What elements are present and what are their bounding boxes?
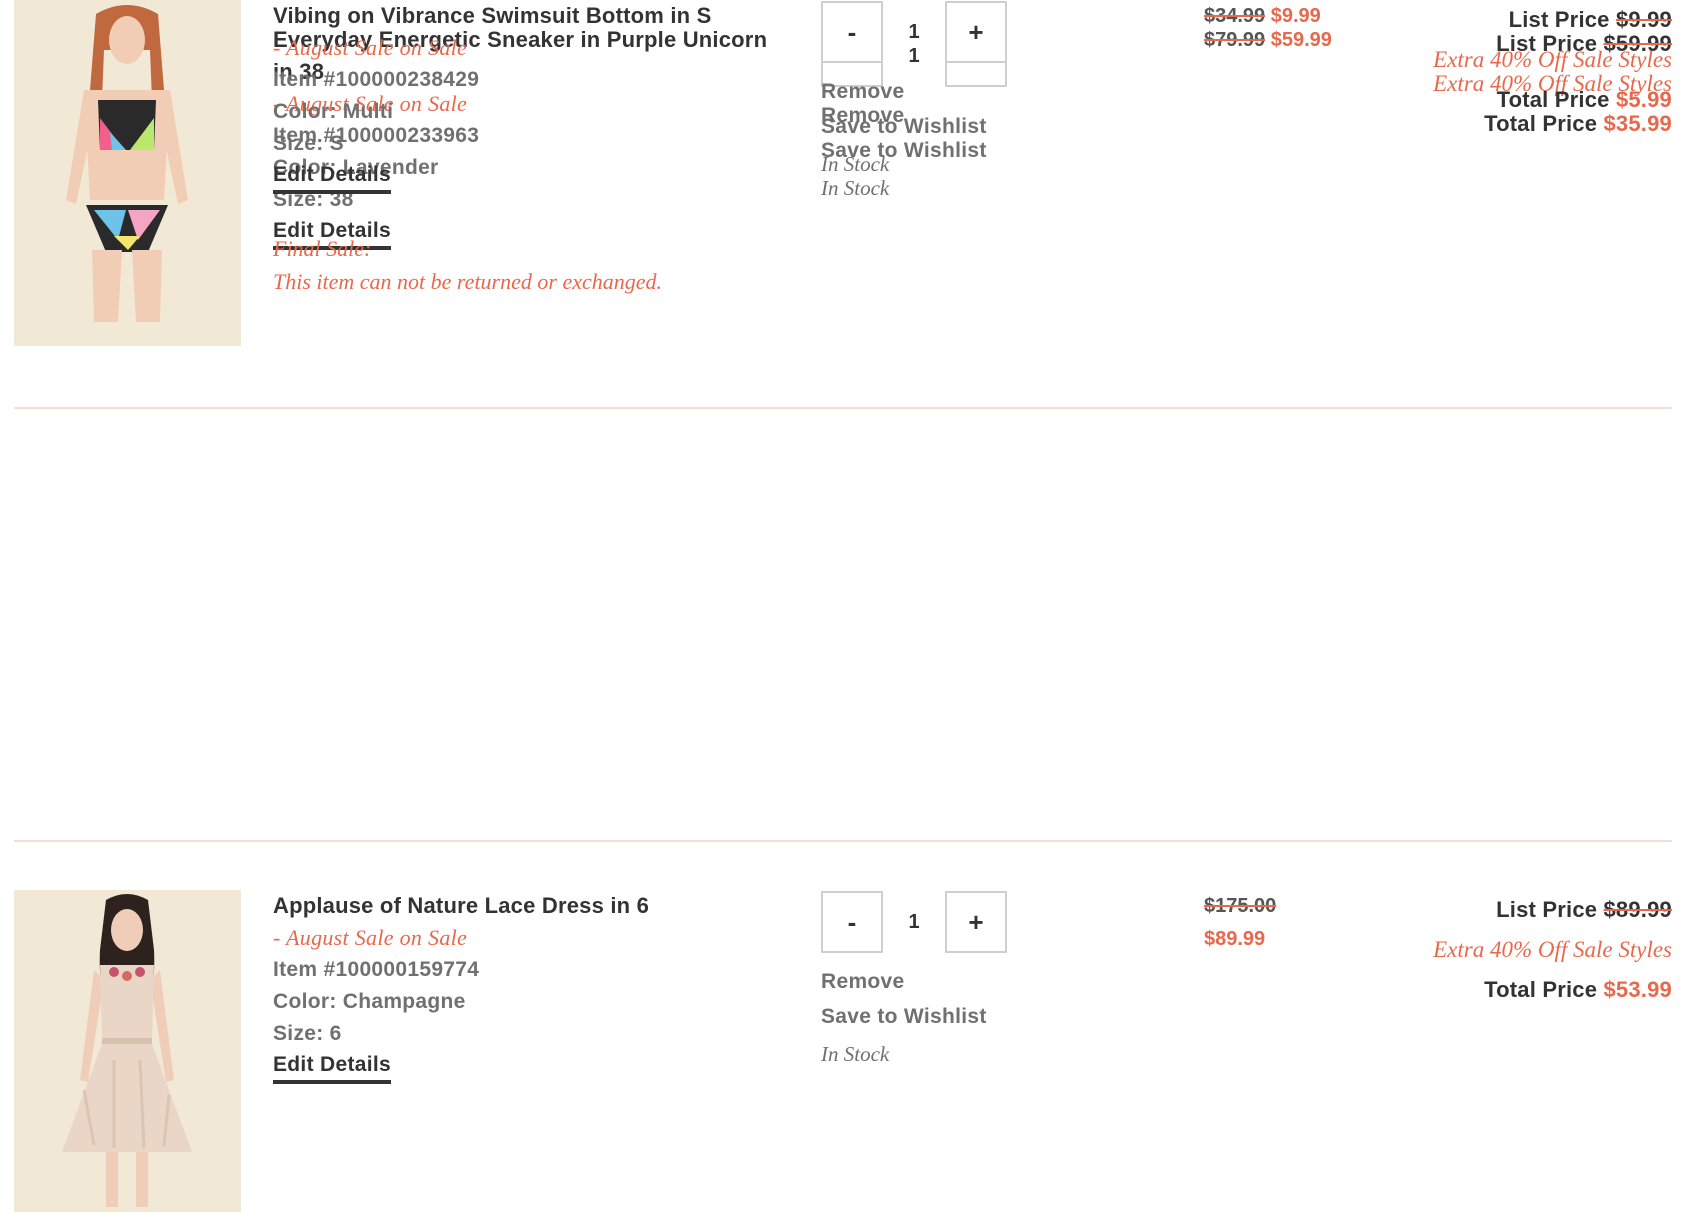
promo-text: Extra 40% Off Sale Styles [1433, 937, 1672, 962]
edit-details-link[interactable]: Edit Details [273, 1052, 391, 1084]
increase-quantity-button[interactable]: + [945, 1, 1007, 63]
product-image-swimsuit[interactable] [14, 0, 241, 322]
list-price-value: $89.99 [1603, 897, 1672, 922]
cart-item: Vibing on Vibrance Swimsuit Bottom in S … [14, 0, 1672, 325]
total-price-label: Total Price [1496, 87, 1610, 112]
product-details: Applause of Nature Lace Dress in 6 - Aug… [273, 890, 773, 1084]
promo-text: Extra 40% Off Sale Styles [1433, 47, 1672, 72]
item-number: Item #100000159774 [273, 958, 480, 981]
product-image-dress[interactable] [14, 890, 241, 1212]
decrease-quantity-button[interactable]: - [821, 1, 883, 63]
quantity-controls: - 1 + Remove Save to Wishlist In Stock [821, 890, 1081, 1074]
quantity-value: 1 [908, 20, 920, 43]
save-to-wishlist-link[interactable]: Save to Wishlist [821, 109, 1081, 144]
sale-note: - August Sale on Sale [273, 35, 468, 60]
quantity-stepper: - 1 + [821, 0, 1081, 64]
swimsuit-image [14, 0, 241, 322]
list-price-label: List Price [1496, 897, 1598, 922]
final-sale-title: Final Sale: [273, 236, 372, 261]
item-color: Color: Multi [273, 100, 394, 123]
price-summary: List Price $9.99 Extra 40% Off Sale Styl… [1312, 0, 1672, 120]
item-color: Color: Champagne [273, 990, 466, 1013]
total-price-value: $5.99 [1615, 87, 1672, 112]
stock-status: In Stock [821, 1042, 890, 1066]
sale-note: - August Sale on Sale [273, 925, 468, 950]
final-sale-notice: Final Sale: This item can not be returne… [273, 232, 773, 298]
remove-link[interactable]: Remove [821, 964, 1081, 999]
cart-item: Applause of Nature Lace Dress in 6 - Aug… [14, 890, 1672, 1214]
dress-image [14, 890, 241, 1212]
list-price-value: $9.99 [1615, 7, 1672, 32]
original-price: $34.99 [1204, 5, 1266, 27]
final-sale-text: This item can not be returned or exchang… [273, 269, 662, 294]
quantity-controls: - 1 + Remove Save to Wishlist In Stock [821, 0, 1081, 184]
list-price-label: List Price [1508, 7, 1610, 32]
item-number: Item #100000238429 [273, 68, 480, 91]
cart-item-list: Everyday Energetic Sneaker in Purple Uni… [0, 0, 1706, 1214]
price-summary: List Price $89.99 Extra 40% Off Sale Sty… [1312, 890, 1672, 1010]
total-price-value: $53.99 [1603, 977, 1672, 1002]
item-divider [14, 407, 1672, 409]
item-size: Size: 6 [273, 1022, 342, 1045]
increase-quantity-button[interactable]: + [945, 891, 1007, 953]
product-details: Vibing on Vibrance Swimsuit Bottom in S … [273, 0, 773, 298]
total-price-label: Total Price [1484, 977, 1598, 1002]
total-price-line: Total Price $53.99 [1312, 970, 1672, 1010]
quantity-value: 1 [908, 910, 920, 933]
remove-link[interactable]: Remove [821, 74, 1081, 109]
save-to-wishlist-link[interactable]: Save to Wishlist [821, 999, 1081, 1034]
edit-details-link[interactable]: Edit Details [273, 162, 391, 194]
item-divider [14, 840, 1672, 842]
stock-status: In Stock [821, 152, 890, 176]
item-size: Size: S [273, 132, 344, 155]
list-price-line: List Price $89.99 [1312, 890, 1672, 930]
product-name[interactable]: Applause of Nature Lace Dress in 6 [273, 890, 773, 922]
product-name[interactable]: Vibing on Vibrance Swimsuit Bottom in S [273, 0, 773, 32]
list-price-line: List Price $9.99 [1312, 0, 1672, 40]
decrease-quantity-button[interactable]: - [821, 891, 883, 953]
quantity-stepper: - 1 + [821, 890, 1081, 954]
total-price-line: Total Price $5.99 [1312, 80, 1672, 120]
